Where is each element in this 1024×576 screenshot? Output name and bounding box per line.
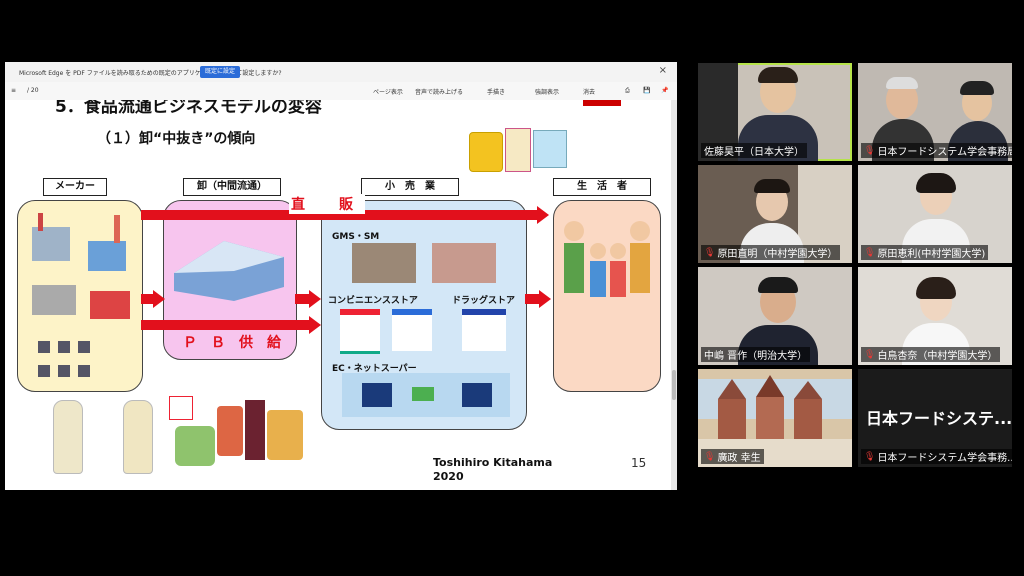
meeting-screen: { "notification": { "text": "Microsoft E… (0, 0, 1024, 576)
muted-mic-icon: 🎙 (704, 451, 716, 462)
arrowhead (539, 290, 551, 308)
participant-tile-7[interactable]: 🎙 廣政 幸生 (698, 369, 852, 467)
header-maker: メーカー (43, 178, 107, 196)
header-wholesale: 卸（中間流通） (183, 178, 281, 196)
participant-name: 🎙 日本フードシステム学会事務... (861, 449, 1012, 464)
participant-tile-2[interactable]: 🎙 日本フードシステム学会事務局 (858, 63, 1012, 161)
participant-name: 🎙 白鳥杏奈（中村学園大学） (861, 347, 1001, 362)
slide-subtitle: （１）卸“中抜き”の傾向 (97, 131, 256, 147)
header-consumer: 生 活 者 (553, 178, 651, 196)
convenience-store-icon (392, 309, 432, 351)
scrollbar[interactable] (671, 100, 677, 490)
scrollbar-thumb[interactable] (672, 370, 676, 400)
convenience-store-icon (340, 309, 380, 354)
participant-tile-8[interactable]: 日本フードシステ... 🎙 日本フードシステム学会事務... (858, 369, 1012, 467)
maker-to-wholesale-arrow (141, 294, 153, 304)
sm-building-image (432, 243, 496, 283)
notification-text: Microsoft Edge を PDF ファイルを読み取るための既定のアプリケ… (19, 70, 282, 77)
drugstore-icon (462, 309, 506, 351)
arrowhead (153, 290, 165, 308)
maker-box (17, 200, 143, 392)
direct-sales-arrowhead (537, 206, 549, 224)
logo (583, 100, 621, 106)
supplement-box-image (533, 130, 567, 168)
participant-tile-5[interactable]: 中嶋 晋作（明治大学） (698, 267, 852, 365)
muted-mic-icon: 🎙 (864, 451, 876, 462)
header-retail: 小 売 業 (361, 178, 459, 196)
participant-name: 🎙 日本フードシステム学会事務局 (861, 143, 1012, 158)
retail-box: GMS・SM コンビニエンスストア ドラッグストア EC・ネットスーパー (321, 200, 527, 430)
page-indicator[interactable]: / 20 (27, 87, 39, 94)
pb-products-image (165, 396, 309, 474)
toolbar-highlight[interactable]: 強調表示 (535, 87, 559, 96)
slide: 5．食品流通ビジネスモデルの変容 （１）卸“中抜き”の傾向 メーカー 卸（中間流… (5, 100, 671, 490)
toolbar-erase[interactable]: 消去 (583, 87, 595, 96)
label-gms-sm: GMS・SM (332, 232, 380, 242)
menu-icon[interactable]: ≡ (11, 87, 16, 94)
vegetable-juice-image (505, 128, 531, 172)
wholesale-to-retail-arrow (295, 294, 309, 304)
muted-mic-icon: 🎙 (864, 145, 876, 156)
family-icon (564, 221, 650, 297)
direct-sales-label: 直 販 (289, 194, 365, 214)
participant-tile-6[interactable]: 🎙 白鳥杏奈（中村学園大学） (858, 267, 1012, 365)
close-icon[interactable]: × (659, 65, 667, 76)
toolbar-read-aloud[interactable]: 音声で読み上げる (415, 87, 463, 96)
pin-icon[interactable]: 📌 (661, 87, 668, 94)
participant-name: 🎙 原田直明（中村学園大学） (701, 245, 841, 260)
shared-screen: Microsoft Edge を PDF ファイルを読み取るための既定のアプリケ… (5, 62, 677, 490)
gms-building-image (352, 243, 416, 283)
toolbar-page-view[interactable]: ページ表示 (373, 87, 403, 96)
muted-mic-icon: 🎙 (704, 247, 716, 258)
participant-tile-1[interactable]: 佐藤昊平（日本大学） (698, 63, 852, 161)
participant-name: 中嶋 晋作（明治大学） (701, 347, 811, 362)
label-convenience-store: コンビニエンスストア (328, 296, 418, 306)
print-icon[interactable]: ⎙ (625, 87, 630, 95)
participant-name: 佐藤昊平（日本大学） (701, 143, 807, 158)
participant-name: 🎙 廣政 幸生 (701, 449, 764, 464)
participant-tile-4[interactable]: 🎙 原田恵利(中村学園大学) (858, 165, 1012, 263)
toolbar-draw[interactable]: 手描き (487, 87, 505, 96)
save-icon[interactable]: 💾 (643, 87, 650, 94)
default-app-notification: Microsoft Edge を PDF ファイルを読み取るための既定のアプリケ… (5, 62, 677, 83)
ec-handshake-image (342, 373, 510, 417)
mayonnaise-product-image (123, 400, 153, 474)
mayonnaise-product-image (53, 400, 83, 474)
placeholder-name-text: 日本フードシステ... (866, 409, 1012, 428)
arrowhead (309, 290, 321, 308)
sesamin-product-image (469, 132, 503, 172)
pb-supply-arrow (141, 320, 309, 330)
participant-tile-3[interactable]: 🎙 原田直明（中村学園大学） (698, 165, 852, 263)
author-year: 2020 (433, 470, 464, 483)
label-drugstore: ドラッグストア (452, 296, 516, 306)
slide-title: 5．食品流通ビジネスモデルの変容 (55, 100, 322, 117)
muted-mic-icon: 🎙 (864, 247, 876, 258)
pdf-toolbar: ≡ / 20 ページ表示 音声で読み上げる 手描き 強調表示 消去 ⎙ 💾 📌 (5, 82, 677, 101)
muted-mic-icon: 🎙 (864, 349, 876, 360)
slide-page-number: 15 (631, 456, 647, 470)
factory-icons (32, 213, 130, 377)
participant-name: 🎙 原田恵利(中村学園大学) (861, 245, 989, 260)
consumer-box (553, 200, 661, 392)
pb-supply-label: ＰＢ供給 (183, 335, 295, 351)
pb-supply-arrowhead (309, 316, 321, 334)
set-default-button[interactable]: 既定に設定 (200, 66, 240, 78)
author-name: Toshihiro Kitahama (433, 456, 553, 469)
